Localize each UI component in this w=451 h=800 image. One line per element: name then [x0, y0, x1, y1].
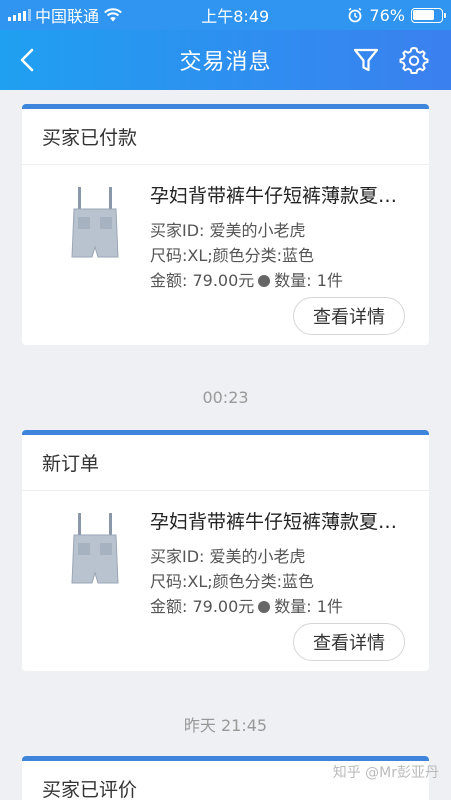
order-quantity: 数量: 1件 — [274, 271, 343, 290]
order-quantity: 数量: 1件 — [274, 597, 343, 616]
order-amount: 金额: 79.00元 — [150, 271, 255, 290]
status-bar-right: 76% — [347, 5, 446, 25]
message-card: 新订单 孕妇背带裤牛仔短裤薄款夏… 买家ID: 爱美的小老虎 尺码:XL;颜色分… — [22, 430, 429, 671]
page-title: 交易消息 — [179, 50, 272, 75]
product-thumbnail — [71, 187, 119, 258]
alarm-icon — [348, 7, 362, 23]
view-details-button[interactable]: 查看详情 — [293, 623, 405, 661]
signal-icon — [8, 9, 31, 21]
message-time: 00:23 — [202, 388, 249, 407]
buyer-id: 买家ID: 爱美的小老虎 — [150, 547, 306, 566]
gear-icon[interactable] — [399, 45, 429, 75]
card-status: 买家已付款 — [22, 109, 429, 165]
chevron-left-icon[interactable] — [14, 46, 42, 74]
battery-percent: 76% — [369, 5, 405, 25]
filter-icon[interactable] — [351, 45, 381, 75]
product-thumbnail — [71, 513, 119, 584]
status-bar: 中国联通 上午8:49 76% — [0, 0, 451, 30]
message-card: 买家已付款 孕妇背带裤牛仔短裤薄款夏… 买家ID: 爱美的小老虎 尺码:XL;颜… — [22, 104, 429, 345]
product-spec: 尺码:XL;颜色分类:蓝色 — [150, 572, 315, 591]
product-spec: 尺码:XL;颜色分类:蓝色 — [150, 246, 315, 265]
order-summary: 孕妇背带裤牛仔短裤薄款夏… 买家ID: 爱美的小老虎 尺码:XL;颜色分类:蓝色… — [22, 491, 429, 671]
product-name: 孕妇背带裤牛仔短裤薄款夏… — [150, 511, 398, 533]
nav-bar: 交易消息 — [0, 30, 451, 90]
carrier-label: 中国联通 — [35, 7, 100, 26]
battery-icon — [410, 7, 446, 23]
status-bar-left: 中国联通 — [8, 3, 123, 27]
amount-quantity-line: 金额: 79.00元 数量: 1件 — [150, 267, 343, 291]
view-details-button[interactable]: 查看详情 — [293, 297, 405, 335]
message-list[interactable]: 买家已付款 孕妇背带裤牛仔短裤薄款夏… 买家ID: 爱美的小老虎 尺码:XL;颜… — [0, 90, 451, 800]
order-amount: 金额: 79.00元 — [150, 597, 255, 616]
battery-fill — [413, 10, 434, 20]
message-time: 昨天 21:45 — [183, 716, 268, 735]
card-status: 新订单 — [22, 435, 429, 491]
separator-dot — [258, 275, 271, 287]
separator-dot — [258, 601, 271, 613]
product-name: 孕妇背带裤牛仔短裤薄款夏… — [150, 185, 398, 207]
clock: 上午8:49 — [201, 7, 270, 26]
wifi-icon — [104, 8, 122, 22]
buyer-id: 买家ID: 爱美的小老虎 — [150, 221, 306, 240]
amount-quantity-line: 金额: 79.00元 数量: 1件 — [150, 593, 343, 617]
order-summary: 孕妇背带裤牛仔短裤薄款夏… 买家ID: 爱美的小老虎 尺码:XL;颜色分类:蓝色… — [22, 165, 429, 345]
watermark: 知乎 @Mr彭亚丹 — [332, 765, 439, 781]
